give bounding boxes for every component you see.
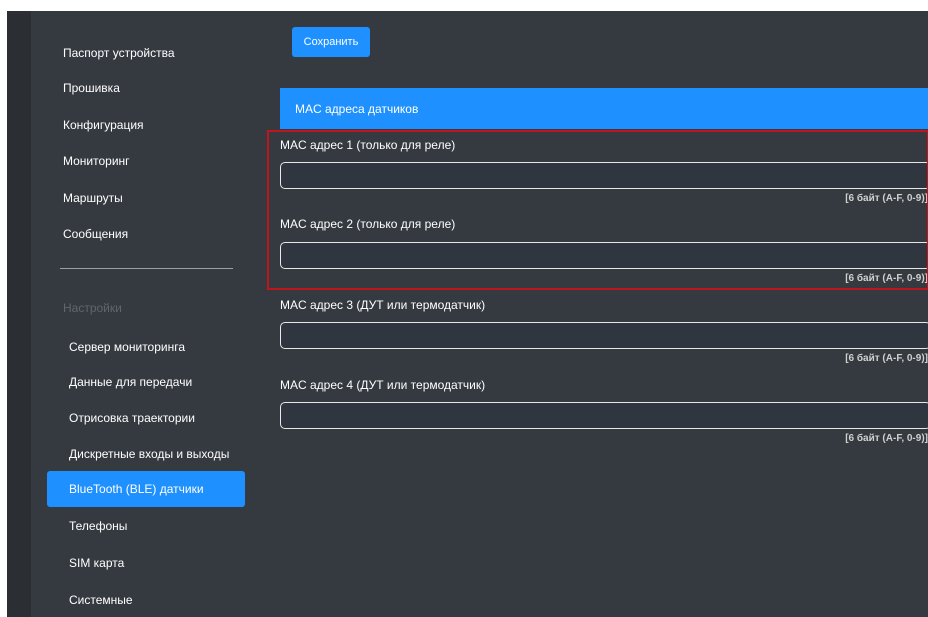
sidebar-divider	[60, 268, 233, 269]
mac-address-1-hint: [6 байт (A-F, 0-9)]	[845, 193, 928, 204]
sidebar-item-phones[interactable]: Телефоны	[69, 519, 127, 533]
sidebar-item-routes[interactable]: Маршруты	[63, 191, 123, 205]
sidebar-item-messages[interactable]: Сообщения	[63, 227, 128, 241]
sidebar-item-track-drawing[interactable]: Отрисовка траектории	[69, 411, 195, 425]
mac-address-1-input[interactable]	[280, 162, 928, 189]
mac-address-4-input[interactable]	[280, 402, 928, 429]
sidebar-item-monitoring-server[interactable]: Сервер мониторинга	[69, 340, 185, 354]
mac-address-2-hint: [6 байт (A-F, 0-9)]	[845, 273, 928, 284]
save-button[interactable]: Сохранить	[292, 27, 370, 57]
mac-address-3-input[interactable]	[280, 322, 928, 349]
main-content: Сохранить MAC адреса датчиков MAC адрес …	[261, 11, 928, 617]
sidebar-item-configuration[interactable]: Конфигурация	[63, 118, 144, 132]
mac-address-1-label: MAC адрес 1 (только для реле)	[280, 138, 456, 152]
section-header: MAC адреса датчиков	[280, 88, 928, 129]
sidebar-item-bluetooth-sensors[interactable]: BlueTooth (BLE) датчики	[47, 471, 245, 507]
sidebar: Паспорт устройства Прошивка Конфигурация…	[31, 11, 261, 617]
sidebar-item-sim-card[interactable]: SIM карта	[69, 556, 124, 570]
sidebar-item-transmit-data[interactable]: Данные для передачи	[69, 375, 192, 389]
mac-address-3-label: MAC адрес 3 (ДУТ или термодатчик)	[280, 298, 486, 312]
mac-address-3-hint: [6 байт (A-F, 0-9)]	[845, 353, 928, 364]
sidebar-item-system[interactable]: Системные	[69, 593, 133, 607]
sidebar-item-discrete-io[interactable]: Дискретные входы и выходы	[69, 447, 229, 461]
mac-address-2-input[interactable]	[280, 242, 928, 269]
mac-address-2-label: MAC адрес 2 (только для реле)	[280, 217, 456, 231]
mac-address-4-hint: [6 байт (A-F, 0-9)]	[845, 433, 928, 444]
section-title: MAC адреса датчиков	[295, 102, 419, 116]
sidebar-item-monitoring[interactable]: Мониторинг	[63, 154, 130, 168]
sidebar-item-label: BlueTooth (BLE) датчики	[69, 482, 204, 496]
sidebar-heading-settings: Настройки	[63, 301, 122, 315]
sidebar-item-device-passport[interactable]: Паспорт устройства	[63, 46, 175, 60]
mac-address-4-label: MAC адрес 4 (ДУТ или термодатчик)	[280, 378, 486, 392]
sidebar-item-firmware[interactable]: Прошивка	[63, 81, 120, 95]
app-window: Паспорт устройства Прошивка Конфигурация…	[7, 11, 928, 617]
